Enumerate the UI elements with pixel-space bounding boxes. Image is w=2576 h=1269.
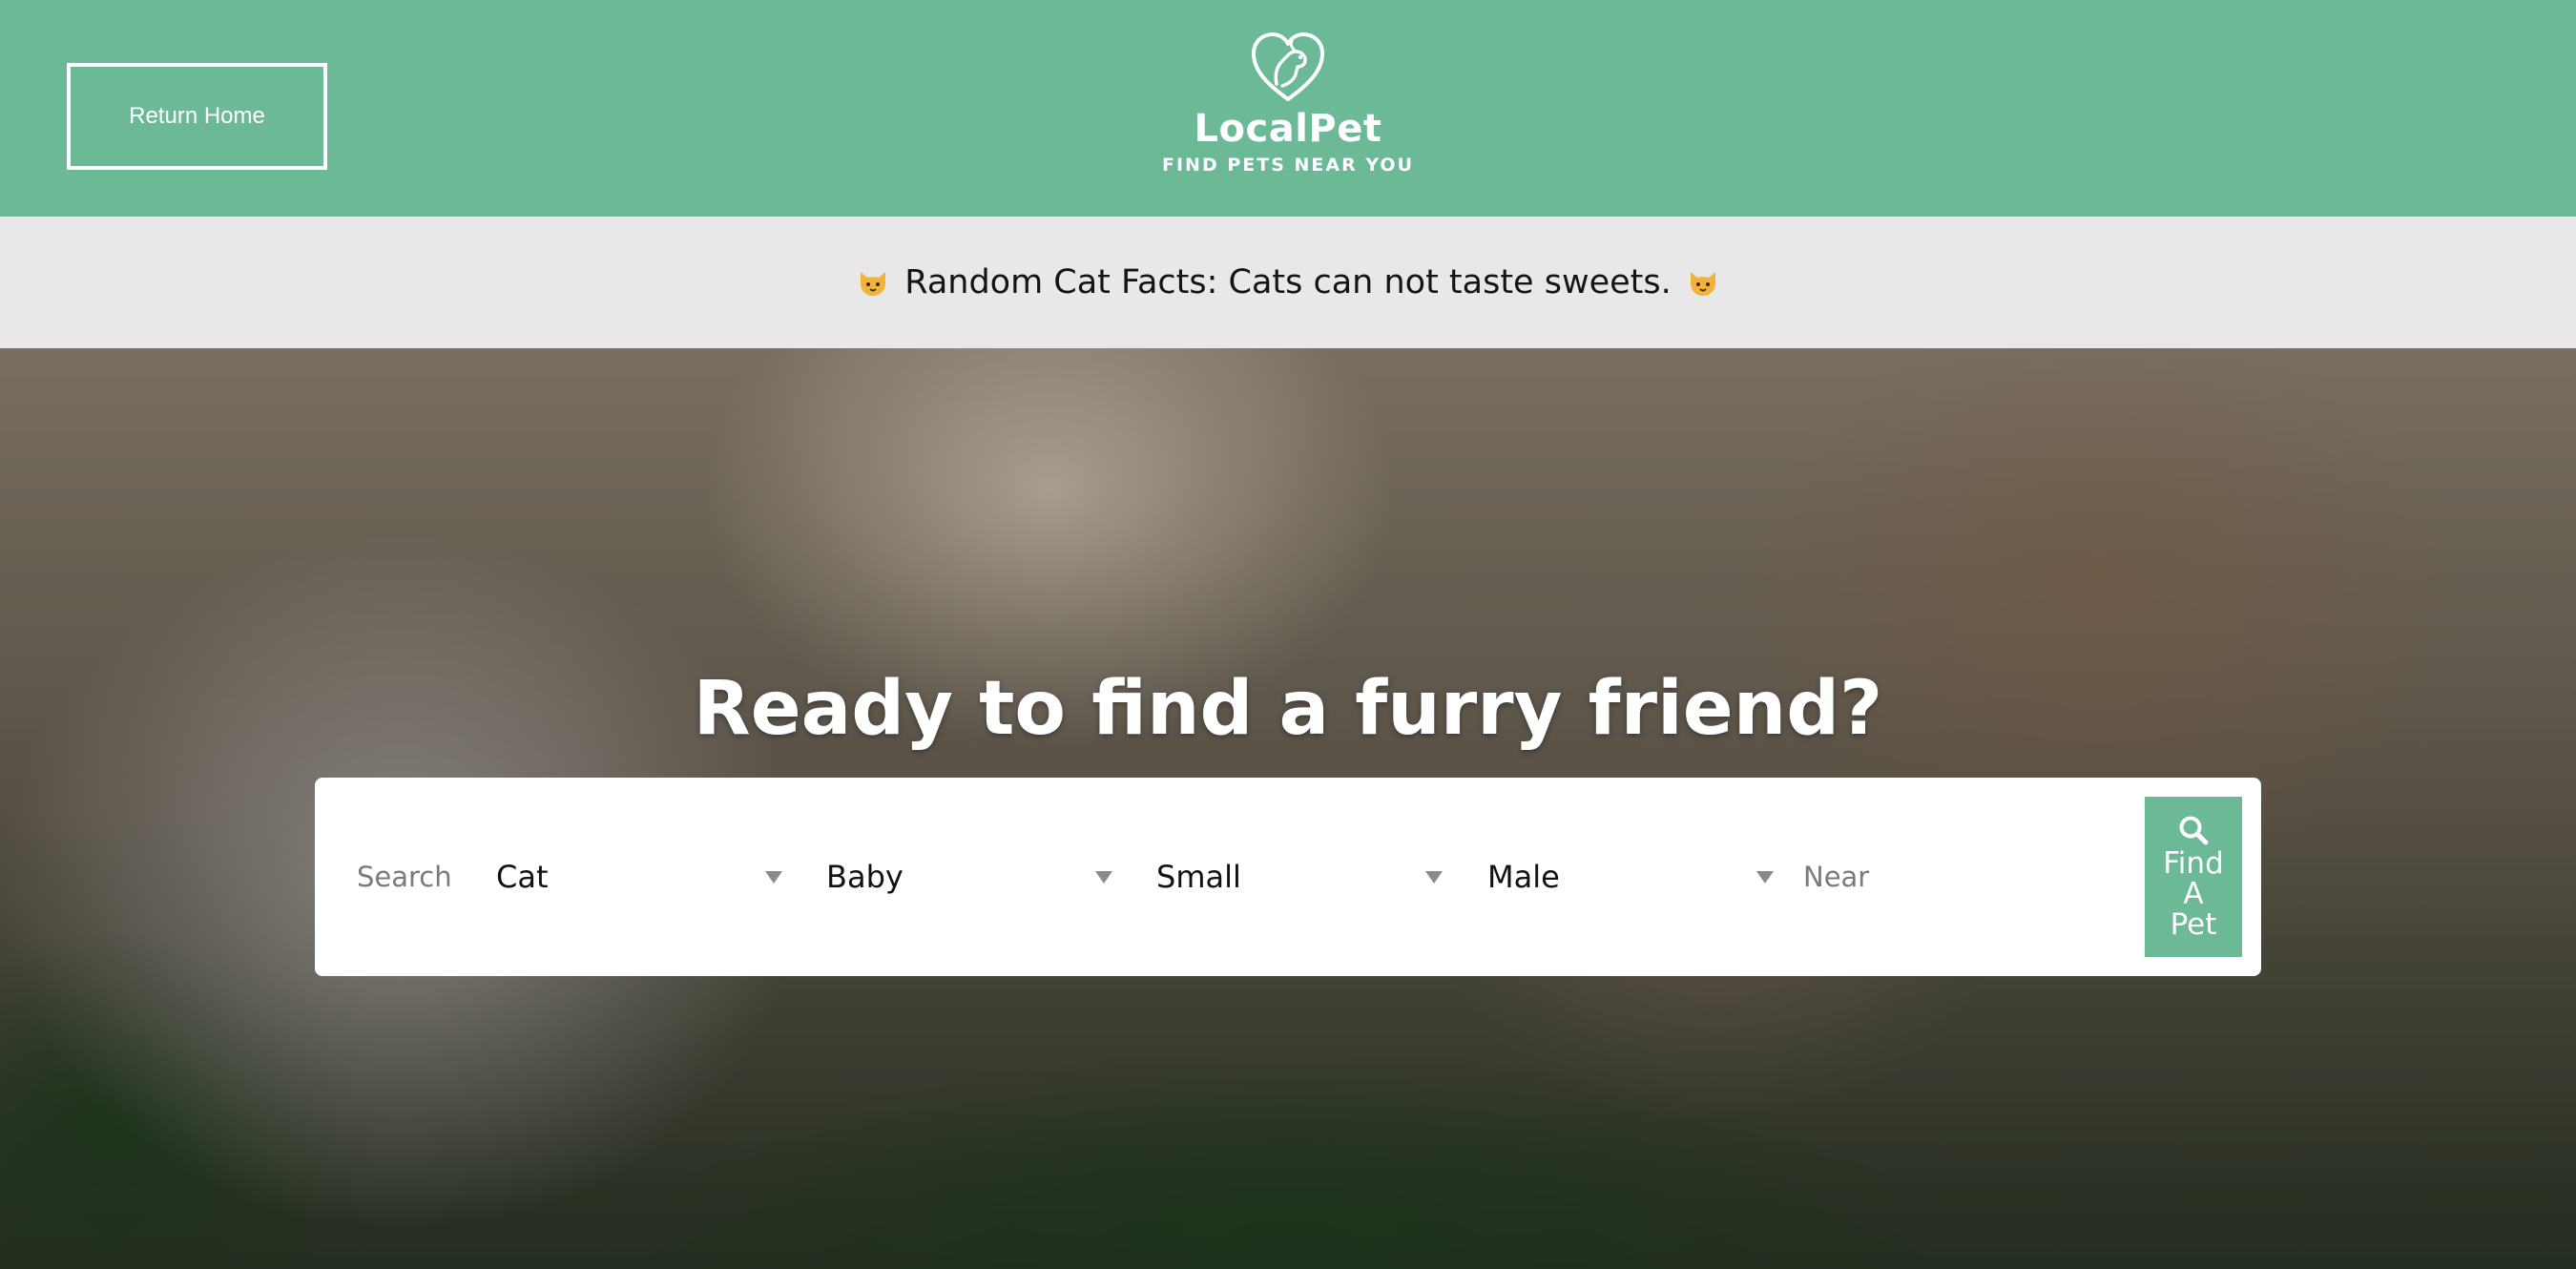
logo-tagline: FIND PETS NEAR YOU (1162, 155, 1414, 176)
size-select[interactable]: Small (1156, 829, 1443, 925)
search-icon (2179, 816, 2209, 845)
size-select-value: Small (1156, 859, 1241, 895)
search-label: Search (357, 861, 452, 893)
site-logo[interactable]: LocalPet FIND PETS NEAR YOU (1145, 29, 1431, 181)
find-a-pet-button[interactable]: Find A Pet (2145, 797, 2242, 957)
hero-title: Ready to find a furry friend? (693, 666, 1883, 752)
chevron-down-icon (1425, 871, 1443, 884)
cat-face-icon (861, 272, 886, 296)
cat-face-icon (1690, 272, 1715, 296)
heart-pet-icon (1252, 32, 1324, 101)
find-a-pet-label: Find A Pet (2163, 846, 2224, 942)
site-header: Return Home LocalPet FIND PETS NEAR YOU (0, 0, 2576, 217)
cat-fact-text: Random Cat Facts: Cats can not taste swe… (904, 263, 1672, 302)
age-select-value: Baby (826, 859, 904, 895)
pet-search-form: Search Cat Baby Small Male Find A Pet (315, 778, 2261, 976)
logo-name: LocalPet (1194, 107, 1382, 151)
gender-select-value: Male (1487, 859, 1560, 895)
gender-select[interactable]: Male (1487, 829, 1774, 925)
chevron-down-icon (1756, 871, 1774, 884)
age-select[interactable]: Baby (826, 829, 1112, 925)
return-home-button[interactable]: Return Home (67, 63, 327, 170)
type-select-value: Cat (496, 859, 549, 895)
near-location-input[interactable] (1803, 829, 2128, 925)
chevron-down-icon (765, 871, 782, 884)
cat-fact-banner: Random Cat Facts: Cats can not taste swe… (0, 217, 2576, 348)
type-select[interactable]: Cat (496, 829, 782, 925)
chevron-down-icon (1095, 871, 1112, 884)
